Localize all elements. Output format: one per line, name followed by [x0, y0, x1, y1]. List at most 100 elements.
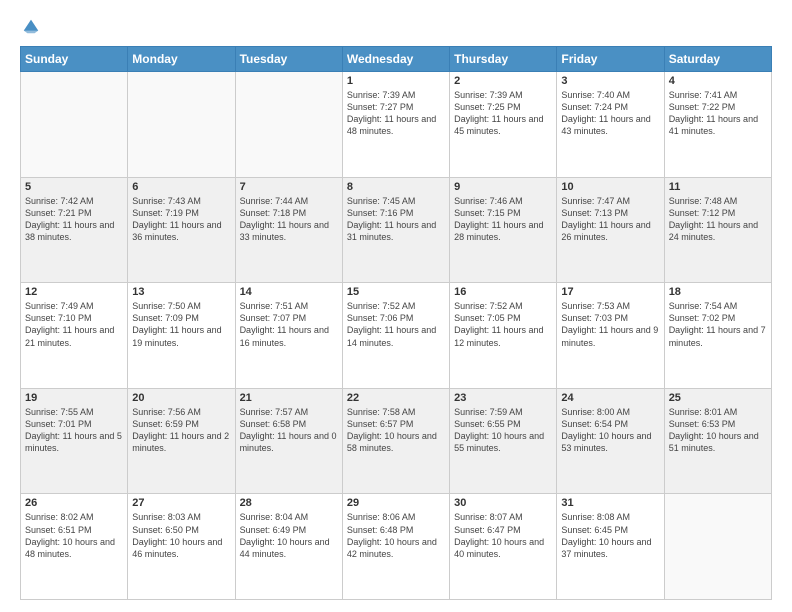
calendar-week-row: 12 Sunrise: 7:49 AM Sunset: 7:10 PM Dayli…	[21, 283, 772, 389]
day-info: Sunrise: 7:42 AM Sunset: 7:21 PM Dayligh…	[25, 195, 123, 244]
day-info: Sunrise: 7:56 AM Sunset: 6:59 PM Dayligh…	[132, 406, 230, 455]
day-number: 24	[561, 392, 659, 404]
day-number: 9	[454, 181, 552, 193]
day-number: 6	[132, 181, 230, 193]
calendar-cell	[664, 494, 771, 600]
day-number: 12	[25, 286, 123, 298]
calendar-cell: 2 Sunrise: 7:39 AM Sunset: 7:25 PM Daylig…	[450, 72, 557, 178]
day-info: Sunrise: 7:44 AM Sunset: 7:18 PM Dayligh…	[240, 195, 338, 244]
day-info: Sunrise: 7:50 AM Sunset: 7:09 PM Dayligh…	[132, 300, 230, 349]
page: SundayMondayTuesdayWednesdayThursdayFrid…	[0, 0, 792, 612]
day-info: Sunrise: 7:45 AM Sunset: 7:16 PM Dayligh…	[347, 195, 445, 244]
calendar-week-row: 1 Sunrise: 7:39 AM Sunset: 7:27 PM Daylig…	[21, 72, 772, 178]
day-number: 31	[561, 497, 659, 509]
calendar-cell: 21 Sunrise: 7:57 AM Sunset: 6:58 PM Dayli…	[235, 388, 342, 494]
calendar-cell	[235, 72, 342, 178]
calendar-table: SundayMondayTuesdayWednesdayThursdayFrid…	[20, 46, 772, 600]
day-number: 7	[240, 181, 338, 193]
day-number: 1	[347, 75, 445, 87]
calendar-week-row: 26 Sunrise: 8:02 AM Sunset: 6:51 PM Dayli…	[21, 494, 772, 600]
calendar-cell: 15 Sunrise: 7:52 AM Sunset: 7:06 PM Dayli…	[342, 283, 449, 389]
day-info: Sunrise: 7:46 AM Sunset: 7:15 PM Dayligh…	[454, 195, 552, 244]
day-info: Sunrise: 8:07 AM Sunset: 6:47 PM Dayligh…	[454, 511, 552, 560]
day-info: Sunrise: 7:55 AM Sunset: 7:01 PM Dayligh…	[25, 406, 123, 455]
day-info: Sunrise: 8:00 AM Sunset: 6:54 PM Dayligh…	[561, 406, 659, 455]
day-info: Sunrise: 7:39 AM Sunset: 7:25 PM Dayligh…	[454, 89, 552, 138]
calendar-cell: 18 Sunrise: 7:54 AM Sunset: 7:02 PM Dayli…	[664, 283, 771, 389]
logo-icon	[22, 18, 40, 36]
day-info: Sunrise: 7:54 AM Sunset: 7:02 PM Dayligh…	[669, 300, 767, 349]
weekday-header-row: SundayMondayTuesdayWednesdayThursdayFrid…	[21, 47, 772, 72]
day-number: 17	[561, 286, 659, 298]
calendar-cell: 13 Sunrise: 7:50 AM Sunset: 7:09 PM Dayli…	[128, 283, 235, 389]
day-info: Sunrise: 7:43 AM Sunset: 7:19 PM Dayligh…	[132, 195, 230, 244]
day-info: Sunrise: 7:39 AM Sunset: 7:27 PM Dayligh…	[347, 89, 445, 138]
day-number: 27	[132, 497, 230, 509]
calendar-cell: 12 Sunrise: 7:49 AM Sunset: 7:10 PM Dayli…	[21, 283, 128, 389]
day-info: Sunrise: 7:52 AM Sunset: 7:05 PM Dayligh…	[454, 300, 552, 349]
calendar-cell: 27 Sunrise: 8:03 AM Sunset: 6:50 PM Dayli…	[128, 494, 235, 600]
day-number: 13	[132, 286, 230, 298]
day-info: Sunrise: 7:53 AM Sunset: 7:03 PM Dayligh…	[561, 300, 659, 349]
day-number: 14	[240, 286, 338, 298]
day-number: 22	[347, 392, 445, 404]
day-number: 4	[669, 75, 767, 87]
calendar-cell: 10 Sunrise: 7:47 AM Sunset: 7:13 PM Dayli…	[557, 177, 664, 283]
day-number: 5	[25, 181, 123, 193]
calendar-cell: 20Sunrise: 7:56 AM Sunset: 6:59 PM Dayli…	[128, 388, 235, 494]
calendar-cell: 28 Sunrise: 8:04 AM Sunset: 6:49 PM Dayli…	[235, 494, 342, 600]
day-number: 10	[561, 181, 659, 193]
calendar-cell: 4 Sunrise: 7:41 AM Sunset: 7:22 PM Daylig…	[664, 72, 771, 178]
day-number: 28	[240, 497, 338, 509]
header	[20, 18, 772, 36]
day-number: 26	[25, 497, 123, 509]
day-number: 3	[561, 75, 659, 87]
day-number: 21	[240, 392, 338, 404]
day-number: 23	[454, 392, 552, 404]
calendar-cell: 7 Sunrise: 7:44 AM Sunset: 7:18 PM Daylig…	[235, 177, 342, 283]
weekday-header-tuesday: Tuesday	[235, 47, 342, 72]
weekday-header-saturday: Saturday	[664, 47, 771, 72]
day-info: Sunrise: 7:59 AM Sunset: 6:55 PM Dayligh…	[454, 406, 552, 455]
calendar-cell	[128, 72, 235, 178]
weekday-header-sunday: Sunday	[21, 47, 128, 72]
calendar-cell: 31 Sunrise: 8:08 AM Sunset: 6:45 PM Dayli…	[557, 494, 664, 600]
day-info: Sunrise: 8:06 AM Sunset: 6:48 PM Dayligh…	[347, 511, 445, 560]
calendar-cell: 8Sunrise: 7:45 AM Sunset: 7:16 PM Daylig…	[342, 177, 449, 283]
calendar-cell: 5 Sunrise: 7:42 AM Sunset: 7:21 PM Daylig…	[21, 177, 128, 283]
day-info: Sunrise: 7:41 AM Sunset: 7:22 PM Dayligh…	[669, 89, 767, 138]
day-number: 30	[454, 497, 552, 509]
day-info: Sunrise: 8:04 AM Sunset: 6:49 PM Dayligh…	[240, 511, 338, 560]
calendar-cell: 6 Sunrise: 7:43 AM Sunset: 7:19 PM Daylig…	[128, 177, 235, 283]
calendar-cell: 11 Sunrise: 7:48 AM Sunset: 7:12 PM Dayli…	[664, 177, 771, 283]
day-number: 11	[669, 181, 767, 193]
day-info: Sunrise: 8:03 AM Sunset: 6:50 PM Dayligh…	[132, 511, 230, 560]
weekday-header-monday: Monday	[128, 47, 235, 72]
calendar-cell: 19Sunrise: 7:55 AM Sunset: 7:01 PM Dayli…	[21, 388, 128, 494]
day-number: 16	[454, 286, 552, 298]
calendar-cell: 1 Sunrise: 7:39 AM Sunset: 7:27 PM Daylig…	[342, 72, 449, 178]
calendar-week-row: 5 Sunrise: 7:42 AM Sunset: 7:21 PM Daylig…	[21, 177, 772, 283]
day-number: 18	[669, 286, 767, 298]
day-info: Sunrise: 7:51 AM Sunset: 7:07 PM Dayligh…	[240, 300, 338, 349]
day-info: Sunrise: 7:47 AM Sunset: 7:13 PM Dayligh…	[561, 195, 659, 244]
calendar-cell: 24 Sunrise: 8:00 AM Sunset: 6:54 PM Dayli…	[557, 388, 664, 494]
calendar-cell: 29Sunrise: 8:06 AM Sunset: 6:48 PM Dayli…	[342, 494, 449, 600]
logo	[20, 18, 40, 36]
day-number: 2	[454, 75, 552, 87]
day-number: 25	[669, 392, 767, 404]
day-info: Sunrise: 7:49 AM Sunset: 7:10 PM Dayligh…	[25, 300, 123, 349]
day-info: Sunrise: 7:57 AM Sunset: 6:58 PM Dayligh…	[240, 406, 338, 455]
calendar-cell: 25Sunrise: 8:01 AM Sunset: 6:53 PM Dayli…	[664, 388, 771, 494]
day-info: Sunrise: 7:58 AM Sunset: 6:57 PM Dayligh…	[347, 406, 445, 455]
day-info: Sunrise: 8:02 AM Sunset: 6:51 PM Dayligh…	[25, 511, 123, 560]
day-info: Sunrise: 7:48 AM Sunset: 7:12 PM Dayligh…	[669, 195, 767, 244]
day-info: Sunrise: 7:52 AM Sunset: 7:06 PM Dayligh…	[347, 300, 445, 349]
calendar-cell: 22 Sunrise: 7:58 AM Sunset: 6:57 PM Dayli…	[342, 388, 449, 494]
weekday-header-thursday: Thursday	[450, 47, 557, 72]
day-info: Sunrise: 7:40 AM Sunset: 7:24 PM Dayligh…	[561, 89, 659, 138]
calendar-cell: 3 Sunrise: 7:40 AM Sunset: 7:24 PM Daylig…	[557, 72, 664, 178]
day-info: Sunrise: 8:08 AM Sunset: 6:45 PM Dayligh…	[561, 511, 659, 560]
weekday-header-friday: Friday	[557, 47, 664, 72]
day-number: 15	[347, 286, 445, 298]
